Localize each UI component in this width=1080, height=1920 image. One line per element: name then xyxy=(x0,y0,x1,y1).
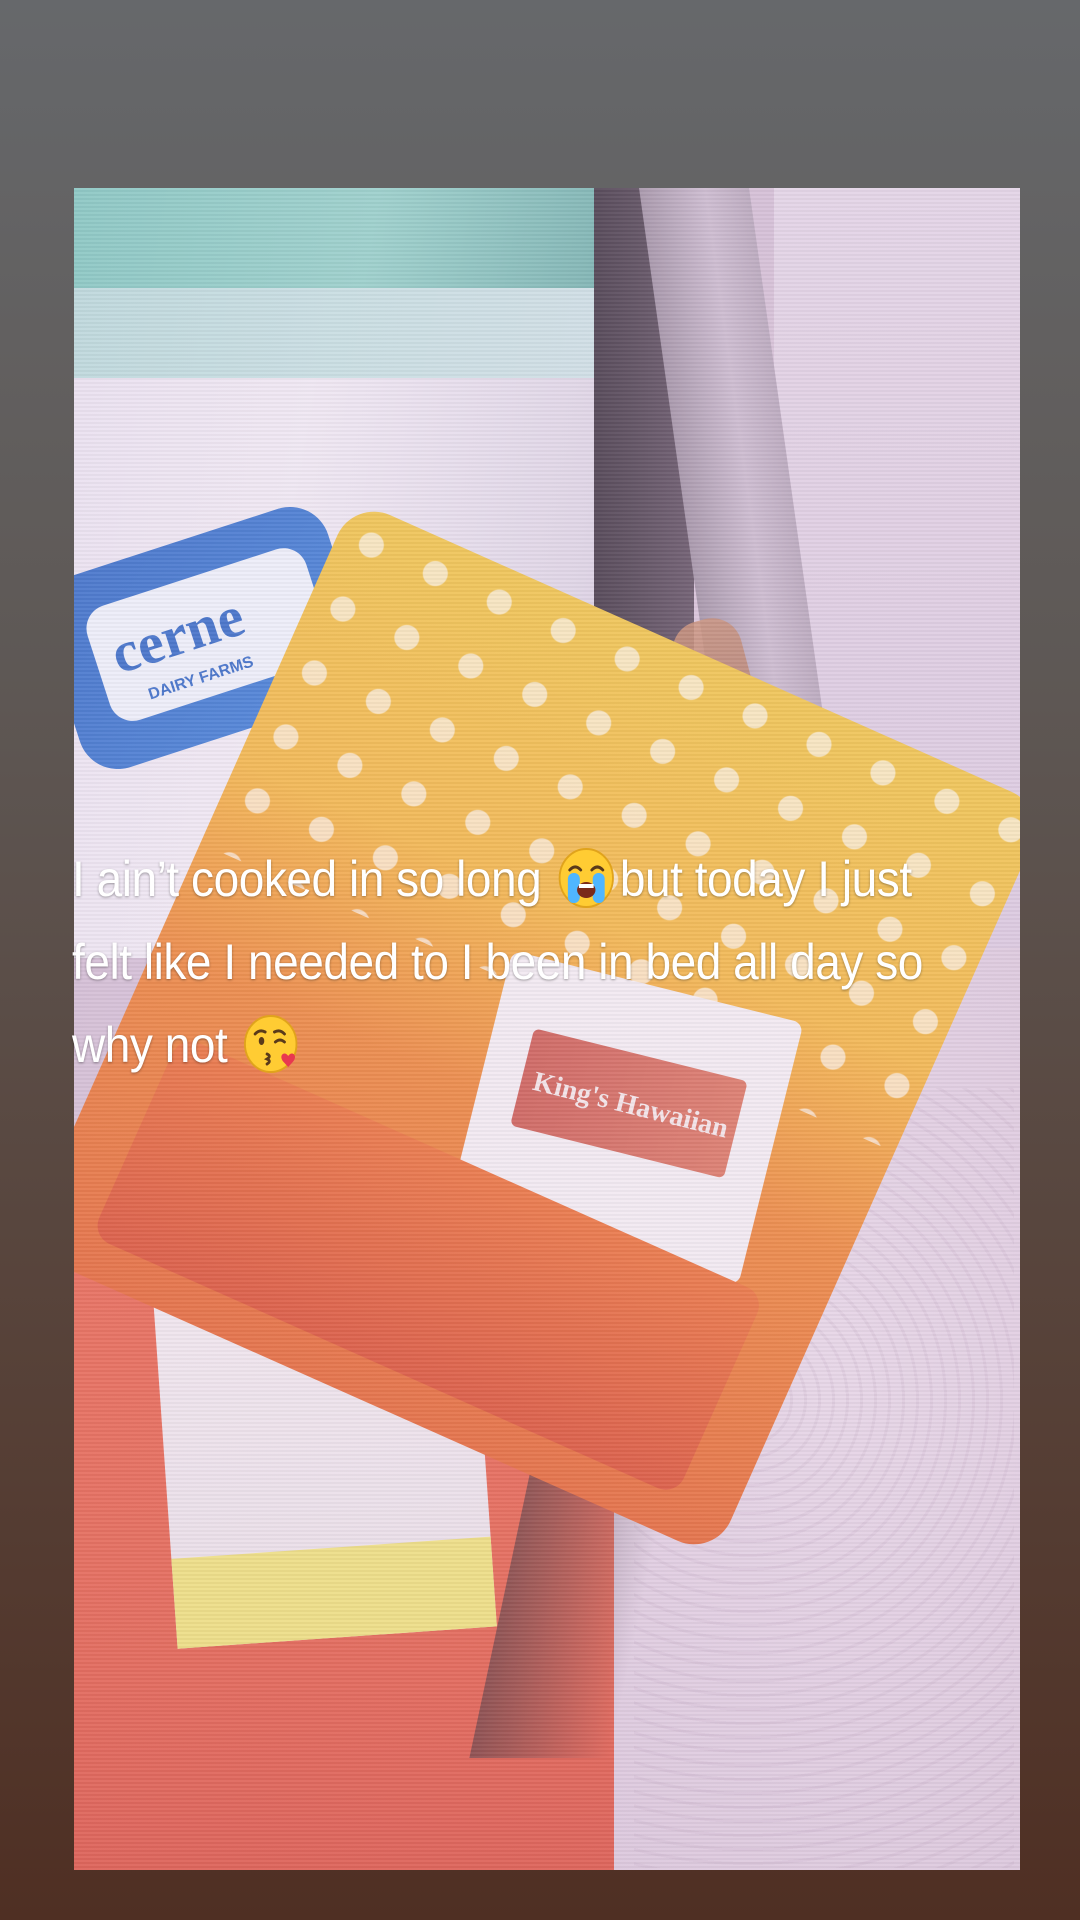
loudly-crying-face-icon xyxy=(557,846,616,910)
red-box-label-stripe xyxy=(171,1536,497,1649)
milk-jug-band xyxy=(74,288,594,378)
caption-text-part-1: I ain’t cooked in so long xyxy=(72,851,554,907)
face-blowing-kiss-icon xyxy=(243,1012,302,1076)
milk-jug-top-band xyxy=(74,188,594,288)
story-caption: I ain’t cooked in so long but today I ju… xyxy=(72,838,928,1087)
